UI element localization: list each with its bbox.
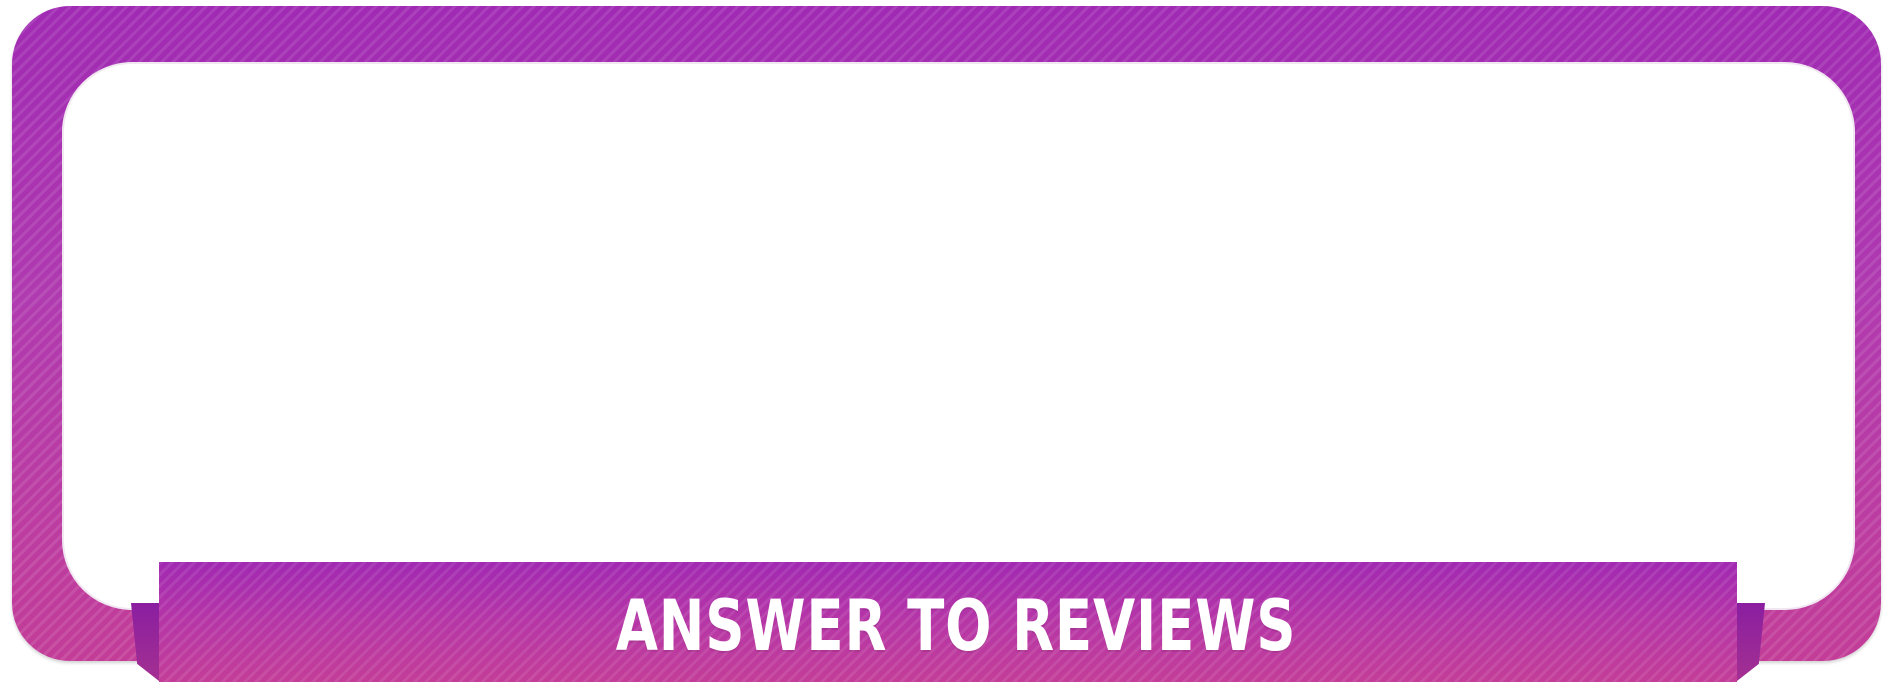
ribbon-fold-left [131,603,159,681]
ribbon-fold-right [1737,603,1765,681]
title-ribbon: ANSWER TO REVIEWS [159,562,1737,682]
banner-title: ANSWER TO REVIEWS [615,585,1297,667]
page: ANSWER TO REVIEWS [0,0,1897,697]
content-panel [62,62,1855,610]
